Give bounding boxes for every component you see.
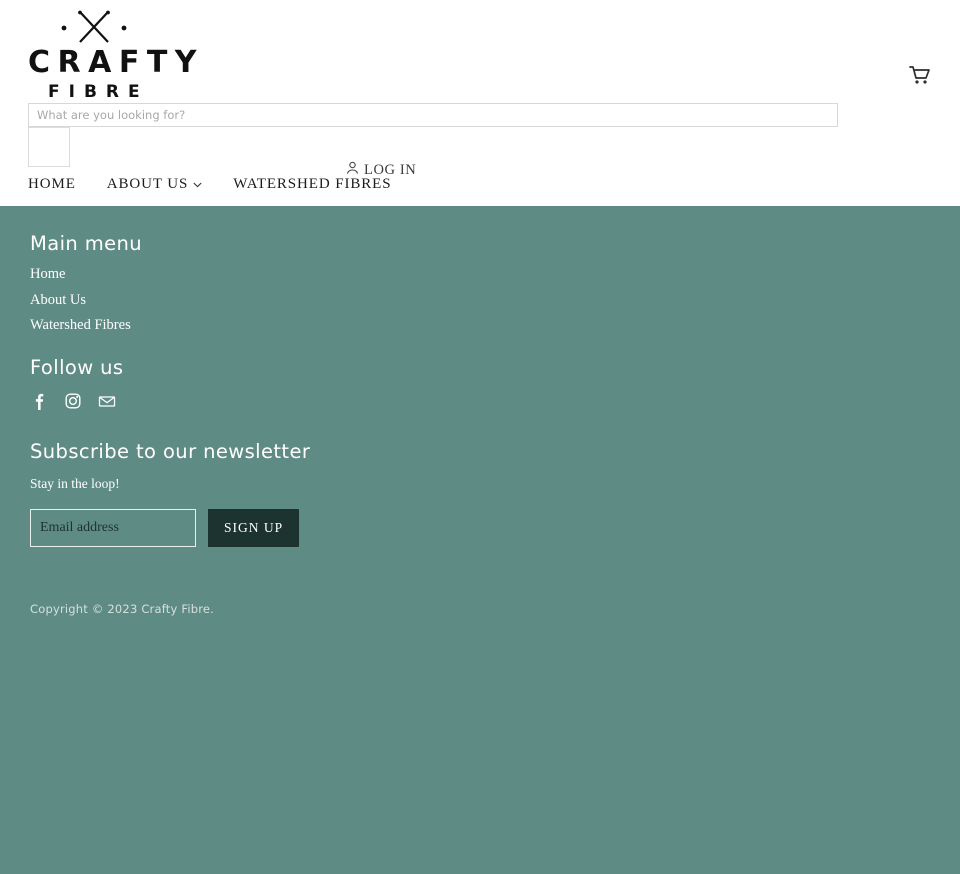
logo-text-secondary: FIBRE <box>48 82 149 102</box>
nav-item-label: ABOUT US <box>106 176 189 192</box>
newsletter-heading: Subscribe to our newsletter <box>30 439 311 463</box>
main-navigation: HOME ABOUT US WATERSHED FIBRES <box>28 176 391 193</box>
social-links <box>30 392 960 410</box>
footer-follow-block: Follow us <box>30 356 960 410</box>
nav-item-home[interactable]: HOME <box>28 176 76 193</box>
signup-button[interactable]: SIGN UP <box>208 509 300 548</box>
site-header: CRAFTY FIBRE LOG IN HOME ABOUT US <box>0 0 960 206</box>
footer-main-menu-links: Home About Us Watershed Fibres <box>30 266 960 334</box>
newsletter-form: SIGN UP <box>30 509 960 548</box>
search-input[interactable] <box>28 103 838 127</box>
crossed-needles-icon <box>28 8 160 46</box>
site-footer: Main menu Home About Us Watershed Fibres… <box>0 206 960 874</box>
instagram-icon[interactable] <box>64 392 82 410</box>
footer-follow-heading: Follow us <box>30 356 124 380</box>
nav-item-about-us[interactable]: ABOUT US <box>107 176 203 193</box>
logo-text-primary: CRAFTY <box>28 45 205 80</box>
nav-item-watershed-fibres[interactable]: WATERSHED FIBRES <box>233 176 391 193</box>
facebook-icon[interactable] <box>30 392 48 410</box>
footer-newsletter-block: Subscribe to our newsletter Stay in the … <box>30 439 960 548</box>
email-icon[interactable] <box>98 392 116 410</box>
shopping-cart-icon[interactable] <box>906 62 932 88</box>
footer-link-about-us[interactable]: About Us <box>30 292 960 309</box>
chevron-down-icon <box>193 176 202 193</box>
site-logo[interactable]: CRAFTY FIBRE <box>28 8 205 104</box>
newsletter-subtext: Stay in the loop! <box>30 476 120 492</box>
footer-main-menu-block: Main menu Home About Us Watershed Fibres <box>30 232 960 334</box>
footer-link-watershed-fibres[interactable]: Watershed Fibres <box>30 317 960 334</box>
footer-link-home[interactable]: Home <box>30 266 960 283</box>
search-form <box>28 103 838 167</box>
nav-item-label: HOME <box>28 176 76 192</box>
footer-main-menu-heading: Main menu <box>30 232 143 255</box>
search-submit-button[interactable] <box>28 127 70 167</box>
email-field[interactable] <box>30 509 196 548</box>
nav-item-label: WATERSHED FIBRES <box>233 176 392 192</box>
copyright-text: Copyright © 2023 Crafty Fibre. <box>30 602 215 617</box>
